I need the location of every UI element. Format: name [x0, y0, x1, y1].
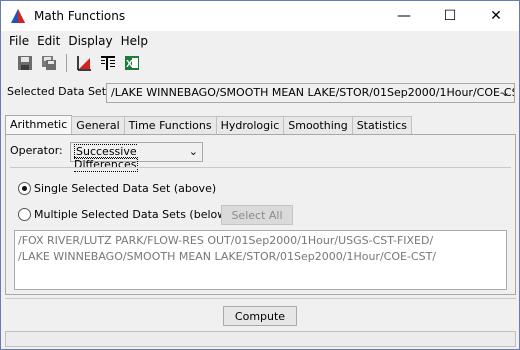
select-all-button[interactable]: Select All	[221, 205, 293, 225]
math-functions-window: Math Functions — ☐ ✕ File Edit Display H…	[0, 0, 520, 350]
tab-general[interactable]: General	[71, 116, 125, 134]
chevron-down-icon: ⌄	[188, 145, 198, 158]
list-item[interactable]: /LAKE WINNEBAGO/SMOOTH MEAN LAKE/STOR/01…	[18, 249, 503, 265]
window-title: Math Functions	[34, 9, 126, 23]
selected-dataset-row: Selected Data Set: /LAKE WINNEBAGO/SMOOT…	[7, 83, 515, 103]
tabulate-icon[interactable]	[98, 53, 118, 73]
close-button[interactable]: ✕	[473, 1, 519, 31]
multiple-datasets-radio[interactable]	[18, 208, 31, 221]
divider	[10, 167, 511, 168]
save-as-icon[interactable]	[39, 53, 59, 73]
toolbar-separator	[66, 54, 67, 72]
divider	[5, 298, 516, 299]
menu-file[interactable]: File	[5, 34, 33, 48]
single-dataset-label: Single Selected Data Set (above)	[34, 182, 217, 195]
export-excel-icon[interactable]: X	[122, 53, 142, 73]
svg-text:X: X	[126, 59, 133, 70]
list-item[interactable]: /FOX RIVER/LUTZ PARK/FLOW-RES OUT/01Sep2…	[18, 233, 503, 249]
dataset-list[interactable]: /FOX RIVER/LUTZ PARK/FLOW-RES OUT/01Sep2…	[14, 230, 507, 290]
arithmetic-panel: Operator: Successive Differences ⌄ Singl…	[5, 134, 516, 295]
chevron-down-icon: ⌄	[500, 86, 510, 99]
minimize-button[interactable]: —	[381, 1, 427, 31]
save-icon[interactable]	[15, 53, 35, 73]
operator-dropdown[interactable]: Successive Differences ⌄	[70, 142, 203, 172]
selected-dataset-dropdown[interactable]: /LAKE WINNEBAGO/SMOOTH MEAN LAKE/STOR/01…	[106, 83, 515, 103]
title-bar: Math Functions — ☐ ✕	[1, 1, 519, 31]
tab-hydrologic[interactable]: Hydrologic	[215, 116, 285, 134]
menu-help[interactable]: Help	[117, 34, 152, 48]
app-logo-icon	[10, 8, 26, 24]
menu-bar: File Edit Display Help	[1, 31, 519, 51]
tab-smoothing[interactable]: Smoothing	[283, 116, 353, 134]
menu-display[interactable]: Display	[64, 34, 116, 48]
multiple-datasets-label: Multiple Selected Data Sets (below)	[34, 208, 231, 221]
tab-statistics[interactable]: Statistics	[351, 116, 412, 134]
single-dataset-radio[interactable]	[18, 182, 31, 195]
compute-button[interactable]: Compute	[223, 306, 297, 326]
status-bar	[5, 331, 516, 347]
function-tabs: Arithmetic General Time Functions Hydrol…	[5, 115, 412, 135]
plot-icon[interactable]	[74, 53, 94, 73]
tab-time-functions[interactable]: Time Functions	[123, 116, 217, 134]
operator-label: Operator:	[10, 144, 63, 157]
selected-dataset-label: Selected Data Set:	[7, 85, 110, 98]
toolbar: X	[1, 51, 519, 75]
multiple-datasets-option[interactable]: Multiple Selected Data Sets (below)	[18, 208, 231, 221]
tab-arithmetic[interactable]: Arithmetic	[5, 115, 73, 135]
maximize-button[interactable]: ☐	[427, 1, 473, 31]
selected-dataset-value: /LAKE WINNEBAGO/SMOOTH MEAN LAKE/STOR/01…	[111, 86, 515, 99]
menu-edit[interactable]: Edit	[33, 34, 64, 48]
single-dataset-option[interactable]: Single Selected Data Set (above)	[18, 182, 216, 195]
